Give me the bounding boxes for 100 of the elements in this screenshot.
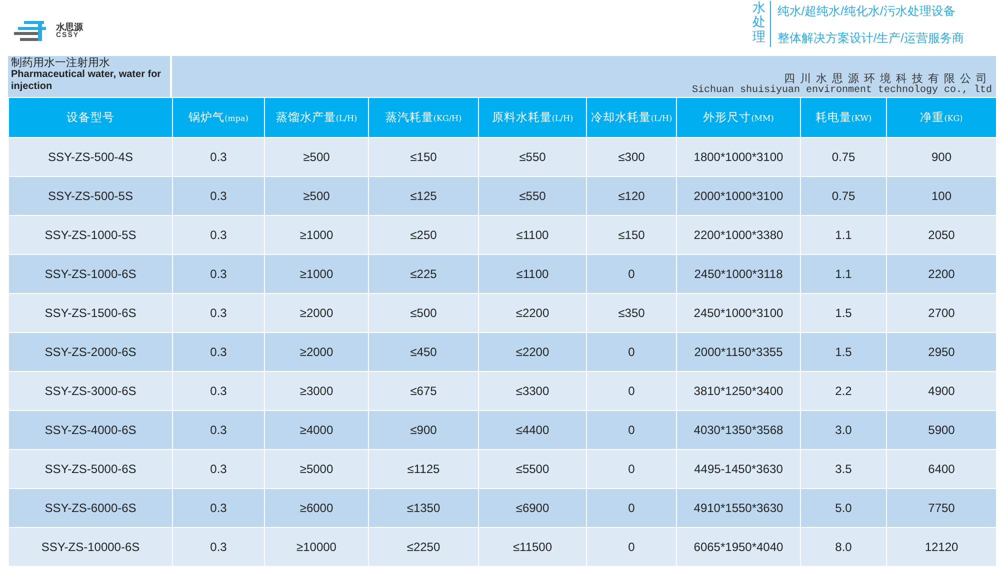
table-cell: ≥2000: [264, 294, 368, 332]
table-cell: 12120: [886, 528, 996, 566]
table-cell: ≤500: [368, 294, 478, 332]
tagline: 整体解决方案设计/生产/运营服务商: [777, 30, 964, 47]
table-cell: ≥2000: [264, 332, 368, 372]
table-cell: 100: [886, 176, 996, 216]
table-cell: ≤675: [368, 372, 478, 410]
column-header: 原料水耗量(L/H): [478, 98, 586, 138]
table-cell: 0: [586, 528, 676, 566]
table-cell: ≥6000: [264, 488, 368, 528]
table-cell: SSY-ZS-500-5S: [8, 176, 172, 216]
table-cell: 0: [586, 332, 676, 372]
table-cell: 0.3: [172, 528, 264, 566]
table-cell: 0.3: [172, 254, 264, 294]
table-cell: ≤550: [478, 138, 586, 176]
table-cell: ≤125: [368, 176, 478, 216]
table-cell: ≤150: [368, 138, 478, 176]
table-cell: ≥500: [264, 176, 368, 216]
column-header: 锅炉气(mpa): [172, 98, 264, 138]
table-cell: ≤900: [368, 410, 478, 450]
table-cell: 0.3: [172, 138, 264, 176]
table-cell: 0: [586, 450, 676, 488]
table-cell: 2450*1000*3118: [676, 254, 800, 294]
table-cell: ≤6900: [478, 488, 586, 528]
table-cell: 5900: [886, 410, 996, 450]
table-cell: 0.75: [800, 138, 886, 176]
table-cell: ≥5000: [264, 450, 368, 488]
table-cell: SSY-ZS-3000-6S: [8, 372, 172, 410]
table-cell: 4910*1550*3630: [676, 488, 800, 528]
table-cell: ≥1000: [264, 254, 368, 294]
company-name: 四川水思源环境科技有限公司: [784, 73, 992, 85]
table-cell: 5.0: [800, 488, 886, 528]
table-cell: 0.3: [172, 176, 264, 216]
table-cell: SSY-ZS-2000-6S: [8, 332, 172, 372]
table-cell: ≤225: [368, 254, 478, 294]
table-cell: ≤1125: [368, 450, 478, 488]
table-cell: 0.3: [172, 410, 264, 450]
table-cell: SSY-ZS-6000-6S: [8, 488, 172, 528]
table-cell: 0: [586, 488, 676, 528]
table-cell: ≤350: [586, 294, 676, 332]
sheet-subtitle: Pharmaceutical water, water for injection: [11, 69, 162, 93]
column-header: 蒸馏水产量(L/H): [264, 98, 368, 138]
table-cell: ≤1350: [368, 488, 478, 528]
table-cell: 0.3: [172, 372, 264, 410]
table-cell: 4495-1450*3630: [676, 450, 800, 488]
table-cell: SSY-ZS-4000-6S: [8, 410, 172, 450]
column-header: 冷却水耗量(L/H): [586, 98, 676, 138]
table-cell: ≤250: [368, 216, 478, 254]
table-cell: 6065*1950*4040: [676, 528, 800, 566]
table-cell: 0.3: [172, 488, 264, 528]
table-cell: ≤300: [586, 138, 676, 176]
table-cell: 4900: [886, 372, 996, 410]
table-cell: 1.1: [800, 254, 886, 294]
table-cell: ≤5500: [478, 450, 586, 488]
table-cell: 2200*1000*3380: [676, 216, 800, 254]
company-name-english: Sichuan shuisiyuan environment technology co., ltd: [692, 85, 992, 97]
table-cell: 0.3: [172, 450, 264, 488]
table-cell: 0: [586, 372, 676, 410]
table-cell: ≥4000: [264, 410, 368, 450]
column-header: 外形尺寸(MM): [676, 98, 800, 138]
tagline-vertical: 水处理: [752, 1, 772, 47]
table-cell: SSY-ZS-1000-5S: [8, 216, 172, 254]
table-cell: SSY-ZS-1500-6S: [8, 294, 172, 332]
table-cell: ≤550: [478, 176, 586, 216]
tagline: 纯水/超纯水/纯化水/污水处理设备: [777, 3, 956, 20]
table-cell: 2000*1000*3100: [676, 176, 800, 216]
table-cell: 2.2: [800, 372, 886, 410]
column-header: 设备型号: [8, 98, 172, 138]
brand-name: 水思源: [56, 23, 83, 32]
table-cell: ≤11500: [478, 528, 586, 566]
sheet-title: 制药用水一注射用水: [11, 57, 111, 69]
table-cell: 4030*1350*3568: [676, 410, 800, 450]
table-cell: SSY-ZS-1000-6S: [8, 254, 172, 294]
table-cell: 0: [586, 410, 676, 450]
table-cell: 2700: [886, 294, 996, 332]
table-cell: 7750: [886, 488, 996, 528]
table-cell: 1800*1000*3100: [676, 138, 800, 176]
table-cell: 900: [886, 138, 996, 176]
table-cell: 1.5: [800, 294, 886, 332]
table-cell: ≥500: [264, 138, 368, 176]
table-cell: 2050: [886, 216, 996, 254]
table-cell: 0.3: [172, 216, 264, 254]
table-cell: ≤1100: [478, 254, 586, 294]
column-header: 耗电量(KW): [800, 98, 886, 138]
table-cell: SSY-ZS-500-4S: [8, 138, 172, 176]
table-cell: ≥10000: [264, 528, 368, 566]
table-cell: ≤120: [586, 176, 676, 216]
table-cell: 1.5: [800, 332, 886, 372]
table-cell: 2450*1000*3100: [676, 294, 800, 332]
table-cell: 3.0: [800, 410, 886, 450]
table-cell: ≤150: [586, 216, 676, 254]
table-cell: ≥3000: [264, 372, 368, 410]
table-cell: 0.75: [800, 176, 886, 216]
table-cell: ≤2200: [478, 332, 586, 372]
table-cell: 0.3: [172, 294, 264, 332]
table-cell: 0: [586, 254, 676, 294]
table-cell: 2000*1150*3355: [676, 332, 800, 372]
table-cell: 3.5: [800, 450, 886, 488]
table-cell: 6400: [886, 450, 996, 488]
table-cell: 2950: [886, 332, 996, 372]
